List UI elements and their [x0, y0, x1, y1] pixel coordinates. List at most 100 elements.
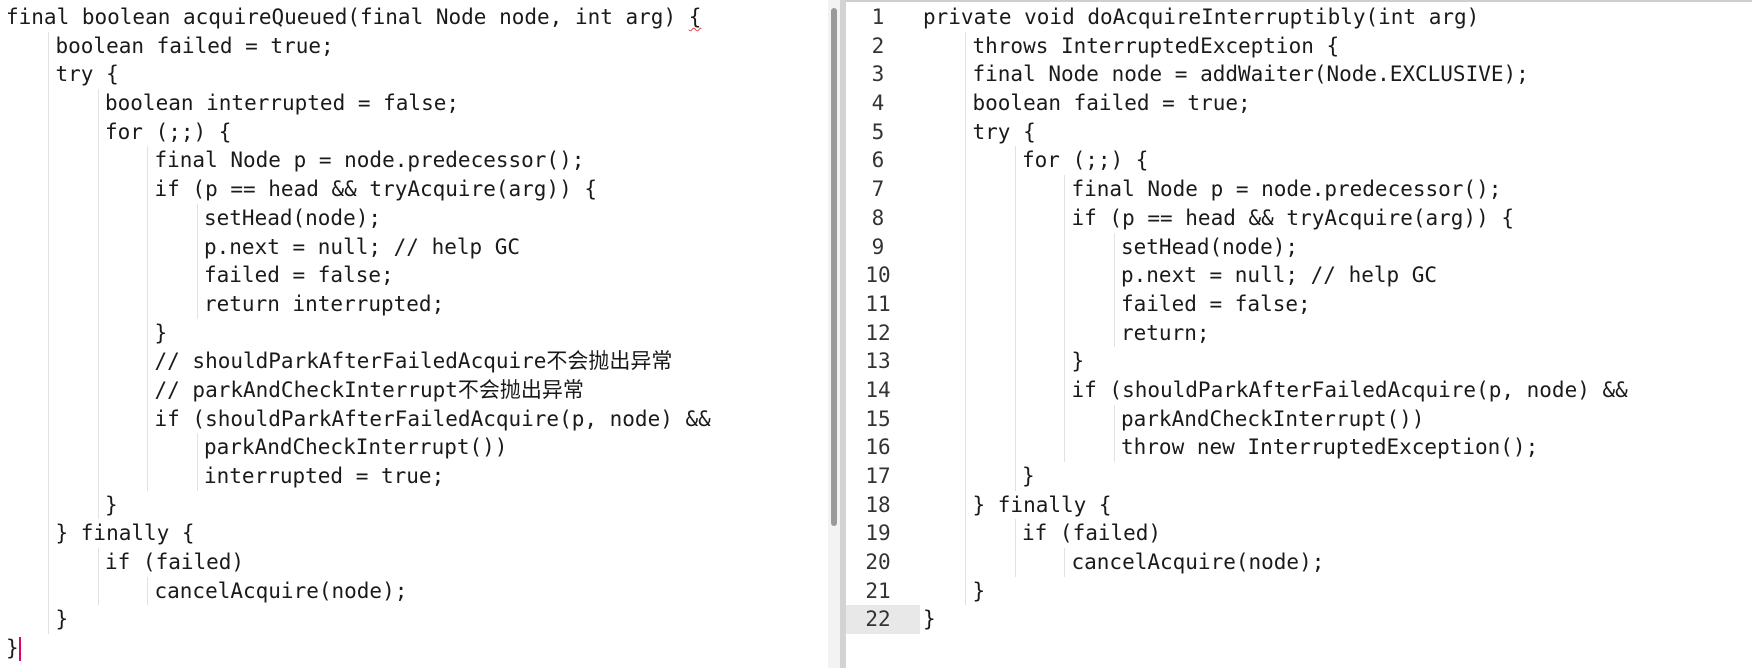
code-text: final Node node = addWaiter(Node.EXCLUSI… — [972, 62, 1529, 87]
indent-guide — [48, 60, 49, 90]
indent-guide — [97, 375, 99, 405]
indent-guide — [97, 347, 99, 376]
indent-guide — [965, 60, 966, 90]
code-text: // shouldParkAfterFailedAcquire不会抛出异常 — [154, 349, 673, 374]
indent-guide — [97, 433, 99, 462]
indent-guide — [48, 490, 49, 520]
indent-guide — [97, 576, 99, 606]
code-text: } — [1022, 464, 1035, 488]
indent-guide — [147, 261, 148, 290]
indent-guide — [48, 548, 49, 577]
indent-guide — [965, 576, 966, 606]
line-number: 1 — [871, 5, 885, 29]
right-editor-pane[interactable]: 1 2 3 4 5 6 7 8 9 10 11 12 13 14 15 16 17 18 19 20 21 22 priv… — [846, 0, 1752, 668]
line-number: 10 — [865, 263, 891, 288]
left-editor-pane[interactable]: final boolean acquireQueued(final Node n… — [0, 0, 828, 668]
indent-guide — [1113, 404, 1115, 434]
indent-guide — [97, 175, 99, 204]
indent-guide — [48, 576, 49, 606]
code-text: p.next = null; // help GC — [1121, 263, 1438, 288]
code-text: try { — [972, 119, 1036, 144]
code-text: final Node p = node.predecessor(); — [1071, 177, 1502, 202]
line-number: 12 — [865, 320, 891, 345]
code-text: if (shouldParkAfterFailedAcquire(p, node… — [1071, 377, 1628, 402]
indent-guide — [97, 289, 99, 319]
indent-guide — [48, 605, 49, 635]
indent-guide — [965, 548, 966, 577]
indent-guide — [147, 203, 148, 233]
line-number: 2 — [871, 33, 885, 58]
code-text: } — [6, 636, 19, 661]
code-text: return interrupted; — [204, 291, 445, 316]
code-text: } — [105, 492, 118, 517]
text-cursor — [19, 637, 21, 662]
indent-guide — [965, 289, 966, 319]
indent-guide — [97, 89, 99, 118]
indent-guide — [1113, 318, 1115, 348]
line-number: 21 — [865, 578, 891, 603]
code-text: if (shouldParkAfterFailedAcquire(p, node… — [154, 406, 711, 431]
left-scrollbar-thumb[interactable] — [831, 8, 837, 526]
code-text: } — [1071, 349, 1085, 374]
indent-guide — [1014, 433, 1016, 462]
indent-guide — [1064, 404, 1065, 434]
indent-guide — [1113, 289, 1115, 319]
indent-guide — [1014, 548, 1016, 577]
indent-guide — [965, 462, 966, 491]
indent-guide — [196, 433, 198, 462]
line-number: 17 — [865, 464, 891, 488]
indent-guide — [1064, 203, 1065, 233]
indent-guide — [147, 375, 148, 405]
indent-guide — [48, 117, 49, 147]
indent-guide — [48, 289, 49, 319]
indent-guide — [147, 462, 148, 491]
indent-guide — [97, 117, 99, 147]
line-number: 15 — [865, 406, 891, 431]
indent-guide — [965, 89, 966, 118]
indent-guide — [196, 289, 198, 319]
line-number: 5 — [871, 119, 885, 144]
indent-guide — [48, 519, 49, 549]
indent-guide — [965, 203, 966, 233]
line-number: 19 — [865, 521, 891, 546]
indent-guide — [196, 462, 198, 491]
code-text: parkAndCheckInterrupt()) — [1121, 406, 1425, 431]
line-number-gutter: 1 2 3 4 5 6 7 8 9 10 11 12 13 14 15 16 17 18 19 20 21 22 — [846, 3, 920, 635]
code-text: if (failed) — [1022, 521, 1162, 546]
indent-guide — [48, 175, 49, 204]
code-text: cancelAcquire(node); — [1071, 550, 1325, 575]
line-number: 11 — [865, 291, 891, 316]
indent-guide — [1014, 261, 1016, 290]
line-number: 6 — [871, 148, 885, 173]
code-text: if (failed) — [105, 550, 245, 575]
indent-guide — [1014, 318, 1016, 348]
line-number: 3 — [871, 62, 885, 87]
line-number: 13 — [865, 349, 891, 374]
indent-guide — [48, 232, 49, 262]
indent-guide — [1064, 347, 1065, 376]
code-text: // parkAndCheckInterrupt不会抛出异常 — [154, 377, 584, 402]
indent-guide — [1014, 203, 1016, 233]
code-text: } finally { — [55, 521, 195, 546]
indent-guide — [965, 404, 966, 434]
code-text: failed = false; — [1121, 291, 1311, 316]
code-text: parkAndCheckInterrupt()) — [204, 435, 508, 460]
indent-guide — [196, 261, 198, 290]
indent-guide — [48, 347, 49, 376]
code-text: } — [923, 607, 936, 632]
code-text: for (;;) { — [105, 119, 232, 144]
indent-guide — [1014, 146, 1016, 176]
indent-guide — [1014, 347, 1016, 376]
indent-guide — [1064, 433, 1065, 462]
indent-guide — [965, 318, 966, 348]
code-text: return; — [1121, 320, 1210, 345]
indent-guide — [1014, 462, 1016, 491]
right-pane-top-border — [846, 0, 1752, 2]
code-text: boolean failed = true; — [972, 91, 1251, 116]
indent-guide — [97, 318, 99, 348]
indent-guide — [1064, 318, 1065, 348]
indent-guide — [147, 289, 148, 319]
indent-guide — [1014, 289, 1016, 319]
indent-guide — [196, 203, 198, 233]
indent-guide — [965, 117, 966, 147]
